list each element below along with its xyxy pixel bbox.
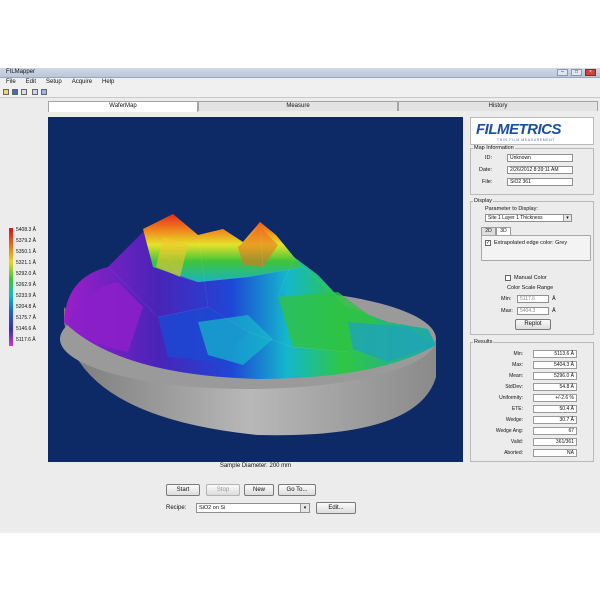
min-input[interactable]: 5117.6 <box>517 295 549 303</box>
result-value: 67 <box>533 427 577 435</box>
max-label: Max: <box>501 308 513 314</box>
map-caption: Sample Diameter: 200 mm <box>219 463 292 469</box>
logo-name: FILMETRICS <box>476 121 562 138</box>
map-information-group: Map Information ID: Unknown Date: 2/26/2… <box>470 145 594 195</box>
settings-icon[interactable] <box>41 89 47 95</box>
file-field[interactable]: SiO2 361 <box>507 178 573 186</box>
result-value: 50.4 Å <box>533 405 577 413</box>
parameter-select[interactable]: Site 1 Layer 1 Thickness ▾ <box>485 214 572 222</box>
edit-recipe-button[interactable]: Edit... <box>316 502 356 514</box>
display-options-panel: ✓ Extrapolated edge color: Grey <box>481 235 591 261</box>
result-label: StdDev: <box>505 384 523 390</box>
result-value: 30.7 Å <box>533 416 577 424</box>
file-label: File: <box>482 179 493 185</box>
legend-value: 5321.1 Å <box>16 260 37 266</box>
menu-file[interactable]: File <box>6 78 16 87</box>
wafer-surface-plot <box>60 214 436 436</box>
legend-value: 5379.2 Å <box>16 238 37 244</box>
recipe-select[interactable]: SiO2 on Si ▾ <box>196 503 310 513</box>
result-label: Min: <box>513 351 523 357</box>
parameter-value: Site 1 Layer 1 Thickness <box>488 215 543 221</box>
result-value: 5296.0 Å <box>533 372 577 380</box>
result-value: 361/361 <box>533 438 577 446</box>
result-label: Mean: <box>509 373 523 379</box>
result-value: 5113.6 Å <box>533 350 577 358</box>
menu-edit[interactable]: Edit <box>26 78 36 87</box>
color-scale-bar <box>9 228 13 346</box>
recipe-label: Recipe: <box>166 505 187 511</box>
results-group: Results Min: 5113.6 Å Max: 5404.3 Å Mean… <box>470 339 594 462</box>
window-controls: – □ × <box>557 69 596 76</box>
manual-color-label: Manual Color <box>514 275 547 281</box>
manual-color-checkbox[interactable] <box>505 275 511 281</box>
result-label: Aborted: <box>504 450 523 456</box>
result-label: Max: <box>512 362 523 368</box>
maximize-button[interactable]: □ <box>571 69 582 76</box>
menu-acquire[interactable]: Acquire <box>72 78 92 87</box>
display-title: Display <box>473 198 494 204</box>
tab-history[interactable]: History <box>398 101 598 111</box>
legend-value: 5204.8 Å <box>16 304 37 310</box>
result-label: Wedge: <box>505 417 523 423</box>
color-scale-label: Color Scale Range <box>507 285 554 291</box>
replot-button[interactable]: Replot <box>515 319 551 330</box>
go-to-button[interactable]: Go To... <box>278 484 316 496</box>
right-panel: FILMETRICS THIN-FILM MEASUREMENT Map Inf… <box>470 117 594 462</box>
copy-icon[interactable] <box>32 89 38 95</box>
menu-help[interactable]: Help <box>102 78 114 87</box>
filmetrics-logo: FILMETRICS THIN-FILM MEASUREMENT <box>470 117 594 145</box>
parameter-label: Parameter to Display: <box>485 206 538 212</box>
result-value: NA <box>533 449 577 457</box>
legend-value: 5233.9 Å <box>16 293 37 299</box>
display-group: Display Parameter to Display: Site 1 Lay… <box>470 198 594 335</box>
main-tabs: WaferMap Measure History <box>48 101 598 112</box>
legend-value: 5292.0 Å <box>16 271 37 277</box>
menu-setup[interactable]: Setup <box>46 78 62 87</box>
legend-value: 5408.3 Å <box>16 227 37 233</box>
min-unit: Å <box>552 296 556 302</box>
toolbar <box>0 87 600 98</box>
legend-value: 5146.6 Å <box>16 326 37 332</box>
id-field[interactable]: Unknown <box>507 154 573 162</box>
result-label: Wedge Ang: <box>495 428 523 434</box>
logo-tagline: THIN-FILM MEASUREMENT <box>497 138 556 142</box>
wafer-3d-map[interactable] <box>48 117 463 462</box>
tab-measure[interactable]: Measure <box>198 101 398 111</box>
date-label: Date: <box>479 167 493 173</box>
result-value: 54.8 Å <box>533 383 577 391</box>
chevron-down-icon[interactable]: ▾ <box>563 215 571 221</box>
legend-value: 5262.9 Å <box>16 282 37 288</box>
print-icon[interactable] <box>21 89 27 95</box>
save-icon[interactable] <box>12 89 18 95</box>
results-title: Results <box>473 339 494 345</box>
max-input[interactable]: 5404.3 <box>517 307 549 315</box>
window-title: FILMapper <box>6 69 36 75</box>
min-label: Min: <box>501 296 512 302</box>
menu-bar: File Edit Setup Acquire Help <box>0 78 600 87</box>
new-button[interactable]: New <box>244 484 274 496</box>
map-information-title: Map Information <box>473 145 515 151</box>
legend-value: 5350.1 Å <box>16 249 37 255</box>
stop-button[interactable]: Stop <box>206 484 240 496</box>
recipe-value: SiO2 on Si <box>199 505 226 511</box>
legend-value: 5117.6 Å <box>16 337 36 343</box>
close-button[interactable]: × <box>585 69 596 76</box>
result-label: Valid: <box>510 439 523 445</box>
legend-value: 5175.7 Å <box>16 315 37 321</box>
chevron-down-icon[interactable]: ▾ <box>300 504 309 512</box>
tab-wafermap[interactable]: WaferMap <box>48 101 198 112</box>
result-value: 5404.3 Å <box>533 361 577 369</box>
id-label: ID: <box>485 155 493 161</box>
result-value: +/-2.6 % <box>533 394 577 402</box>
max-unit: Å <box>552 308 556 314</box>
result-label: Uniformity: <box>499 395 523 401</box>
open-folder-icon[interactable] <box>3 89 9 95</box>
result-label: ETE: <box>511 406 523 412</box>
minimize-button[interactable]: – <box>557 69 568 76</box>
date-field[interactable]: 2/26/2012 8:39:11 AM <box>507 166 573 174</box>
title-bar: FILMapper – □ × <box>0 68 600 78</box>
extrapolated-edge-checkbox[interactable]: ✓ <box>485 240 491 246</box>
extrapolated-edge-label: Extrapolated edge color: Grey <box>494 240 568 246</box>
start-button[interactable]: Start <box>166 484 200 496</box>
